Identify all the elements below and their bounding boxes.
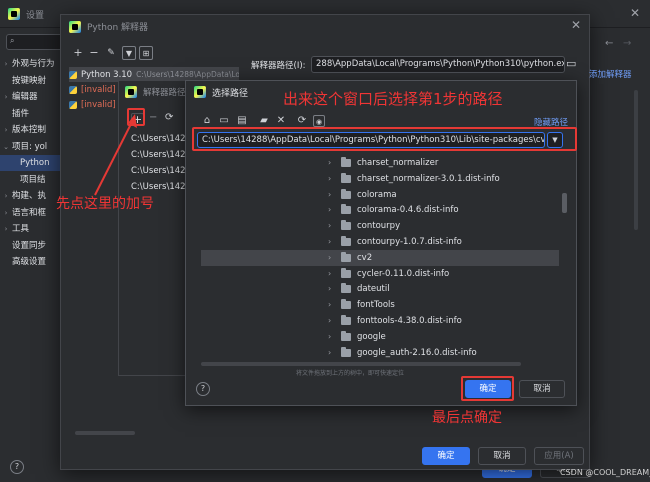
annotation-arrow-line [94, 119, 134, 196]
annotation-arrows [94, 114, 137, 196]
watermark: CSDN @COOL_DREAM_ [560, 468, 650, 477]
